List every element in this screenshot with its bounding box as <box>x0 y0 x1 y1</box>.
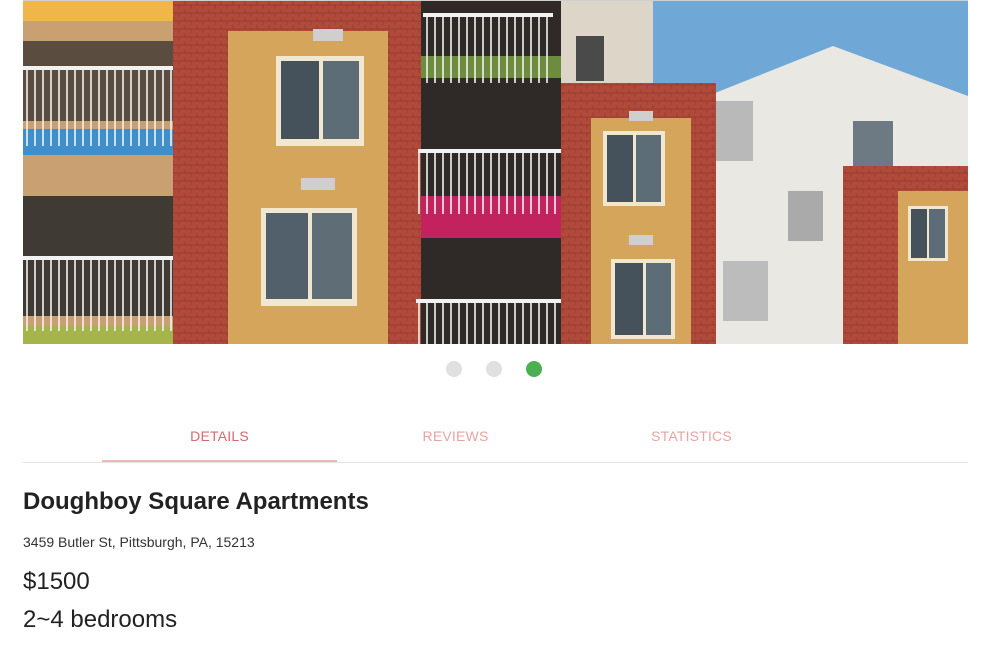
listing-address: 3459 Butler St, Pittsburgh, PA, 15213 <box>23 534 255 550</box>
listing-tabs: DETAILS REVIEWS STATISTICS <box>23 412 968 463</box>
listing-details: Doughboy Square Apartments 3459 Butler S… <box>23 484 968 636</box>
listing-price: $1500 <box>23 568 90 595</box>
carousel-pagination <box>0 361 989 377</box>
listing-title: Doughboy Square Apartments <box>23 488 369 515</box>
tab-details[interactable]: DETAILS <box>102 412 337 462</box>
carousel-dot-1[interactable] <box>446 361 462 377</box>
building-photo[interactable] <box>23 0 968 344</box>
listing-page: DETAILS REVIEWS STATISTICS Doughboy Squa… <box>0 0 989 654</box>
tab-reviews[interactable]: REVIEWS <box>338 412 573 460</box>
listing-bedrooms: 2~4 bedrooms <box>23 606 178 633</box>
carousel-dot-2[interactable] <box>486 361 502 377</box>
tab-statistics[interactable]: STATISTICS <box>574 412 809 460</box>
building-illustration <box>23 1 968 344</box>
carousel-dot-3[interactable] <box>526 361 542 377</box>
